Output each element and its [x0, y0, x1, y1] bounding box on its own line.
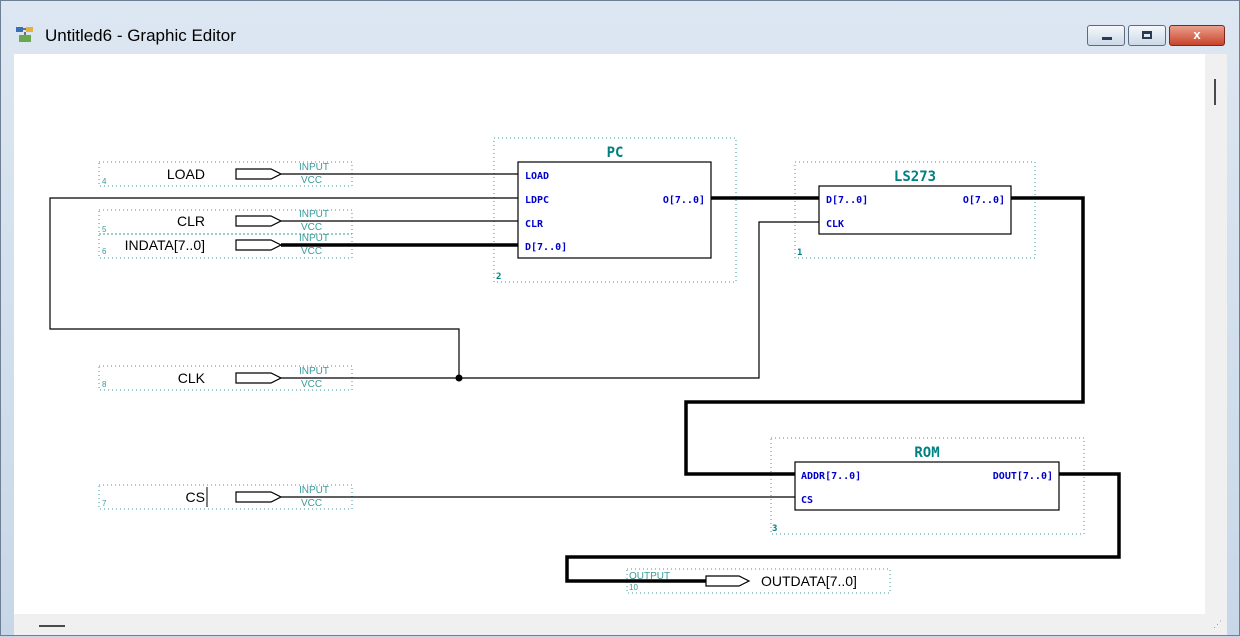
- pin-number: 6: [102, 247, 107, 256]
- port-label: D[7..0]: [525, 242, 567, 253]
- block-body: [818, 185, 1012, 235]
- pin-number: 8: [102, 380, 107, 389]
- block-title: LS273: [894, 169, 936, 185]
- pin-type: INPUT: [299, 233, 329, 244]
- pin-name: CLR: [177, 213, 205, 229]
- block-rom[interactable]: ROM ADDR[7..0] DOUT[7..0] CS 3: [770, 437, 1085, 535]
- port-label: O[7..0]: [963, 195, 1005, 206]
- port-label: LOAD: [525, 171, 549, 182]
- pin-number: 4: [102, 177, 107, 186]
- port-label: LDPC: [525, 195, 549, 206]
- wire-ldpc-feedback[interactable]: [49, 197, 518, 378]
- block-pc[interactable]: PC LOAD LDPC CLR D[7..0] O[7..0] 2: [493, 137, 737, 283]
- pin-shape: [235, 491, 283, 503]
- graphic-editor-window: Untitled6 - Graphic Editor x ⋰ 4 LOAD IN…: [0, 0, 1240, 636]
- pin-type: INPUT: [299, 162, 329, 173]
- pin-name: INDATA[7..0]: [125, 237, 205, 253]
- port-label: CLR: [525, 219, 544, 230]
- port-label: DOUT[7..0]: [993, 471, 1053, 482]
- pin-name: OUTDATA[7..0]: [761, 573, 857, 589]
- port-label: CLK: [826, 219, 844, 230]
- port-label: ADDR[7..0]: [801, 471, 861, 482]
- pin-shape: [705, 575, 751, 587]
- block-title: PC: [607, 145, 624, 161]
- pin-shape: [235, 372, 283, 384]
- pin-vcc: VCC: [301, 246, 322, 257]
- pin-vcc: VCC: [301, 379, 322, 390]
- pin-number: 7: [102, 499, 107, 508]
- schematic-drawing: 4 LOAD INPUT VCC 5 CLR INPUT VCC 6 INDAT…: [49, 137, 1121, 594]
- pin-number: 5: [102, 225, 107, 234]
- block-title: ROM: [914, 445, 939, 461]
- block-ls273[interactable]: LS273 D[7..0] O[7..0] CLK 1: [794, 161, 1036, 259]
- pin-vcc: VCC: [301, 498, 322, 509]
- block-number: 3: [772, 524, 777, 534]
- port-label: O[7..0]: [663, 195, 705, 206]
- block-number: 2: [496, 272, 501, 282]
- bus-ls273-to-rom[interactable]: [684, 196, 1085, 476]
- pin-type: INPUT: [299, 366, 329, 377]
- pin-name: CS: [186, 489, 205, 505]
- block-number: 1: [797, 248, 802, 258]
- block-body: [794, 461, 1060, 511]
- pin-vcc: VCC: [301, 175, 322, 186]
- pin-name: LOAD: [167, 166, 205, 182]
- port-label: D[7..0]: [826, 195, 868, 206]
- pin-shape: [235, 215, 283, 227]
- pin-type: INPUT: [299, 485, 329, 496]
- junction-dot: [455, 374, 463, 382]
- pin-number: 10: [629, 583, 638, 592]
- pin-name: CLK: [178, 370, 206, 386]
- pin-type: INPUT: [299, 209, 329, 220]
- pin-vcc: VCC: [301, 222, 322, 233]
- port-label: CS: [801, 495, 813, 506]
- pin-shape: [235, 168, 283, 180]
- pin-shape: [235, 239, 283, 251]
